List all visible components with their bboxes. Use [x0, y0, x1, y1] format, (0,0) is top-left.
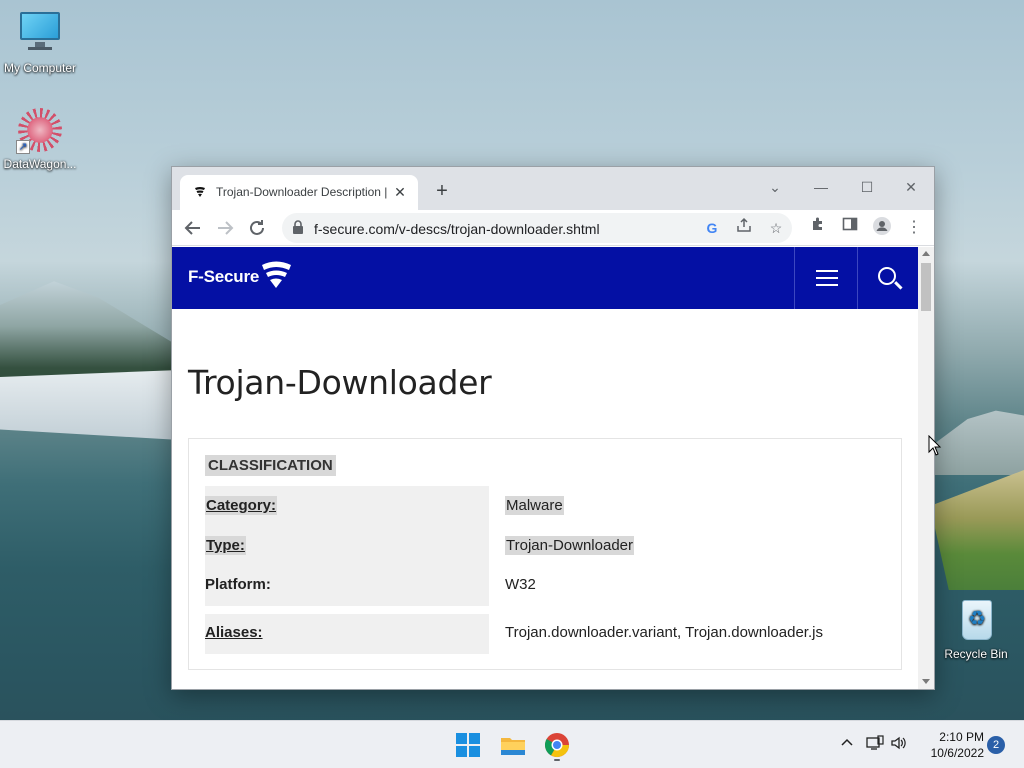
hamburger-icon: [816, 270, 838, 286]
aliases-label[interactable]: Aliases:: [205, 624, 263, 641]
tab-trojan-downloader[interactable]: Trojan-Downloader Description | ✕: [180, 175, 418, 210]
desktop-icon-label: DataWagon...: [3, 157, 77, 171]
classification-heading: CLASSIFICATION: [205, 455, 336, 476]
chevron-up-icon[interactable]: [840, 735, 854, 752]
type-label[interactable]: Type:: [205, 536, 246, 555]
category-value: Malware: [505, 496, 564, 515]
classification-card: CLASSIFICATION Category: Malware Type: T…: [188, 438, 902, 670]
scrollbar-thumb[interactable]: [921, 263, 931, 311]
platform-label: Platform:: [205, 576, 271, 593]
desktop-icon-label: Recycle Bin: [944, 647, 1008, 661]
category-label[interactable]: Category:: [205, 496, 278, 515]
tab-close-icon[interactable]: ✕: [392, 184, 408, 200]
recycle-bin-icon: ♻: [952, 596, 1000, 644]
minimize-button[interactable]: —: [798, 173, 844, 201]
platform-value: W32: [505, 576, 536, 593]
scroll-down-icon[interactable]: [922, 679, 930, 684]
search-icon: [878, 267, 896, 285]
profile-icon[interactable]: [870, 216, 894, 240]
desktop-icon-datawagon[interactable]: ↗ DataWagon...: [0, 106, 80, 171]
file-explorer-icon[interactable]: [497, 729, 529, 761]
tab-title: Trojan-Downloader Description |: [216, 185, 388, 199]
reload-button[interactable]: [245, 216, 269, 240]
mouse-cursor-icon: [928, 435, 942, 456]
desktop-icon-my-computer[interactable]: My Computer: [0, 10, 80, 75]
site-header: F-Secure: [172, 247, 918, 309]
aliases-value: Trojan.downloader.variant, Trojan.downlo…: [505, 624, 823, 641]
desktop-icon-label: My Computer: [3, 61, 77, 75]
wallpaper-snow-left: [0, 370, 180, 440]
back-button[interactable]: [181, 216, 205, 240]
scroll-up-icon[interactable]: [922, 251, 930, 256]
extensions-icon[interactable]: [806, 216, 830, 240]
page-scrollbar[interactable]: [918, 247, 934, 689]
volume-icon[interactable]: [890, 735, 908, 754]
chrome-icon[interactable]: [541, 729, 573, 761]
notification-badge[interactable]: 2: [987, 736, 1005, 754]
f-secure-logo-icon: [262, 261, 291, 288]
page-viewport: F-Secure Trojan-Downloader CLASSIFICATIO…: [172, 247, 918, 689]
browser-window: Trojan-Downloader Description | ✕ + ⌄ — …: [171, 166, 935, 690]
site-menu-button[interactable]: [794, 247, 857, 309]
clock-date: 10/6/2022: [930, 746, 984, 760]
browser-toolbar: f-secure.com/v-descs/trojan-downloader.s…: [172, 210, 934, 246]
share-icon[interactable]: [732, 216, 756, 240]
network-icon[interactable]: [866, 735, 884, 754]
wallpaper-grass-right: [930, 470, 1024, 590]
start-icon[interactable]: [452, 729, 484, 761]
tab-strip: Trojan-Downloader Description | ✕ + ⌄ — …: [172, 167, 934, 210]
clock[interactable]: 2:10 PM 10/6/2022: [918, 729, 984, 761]
menu-icon[interactable]: ⋮: [902, 216, 926, 240]
computer-icon: [16, 10, 64, 58]
side-panel-icon[interactable]: [838, 216, 862, 240]
bookmark-star-icon[interactable]: ☆: [764, 216, 788, 240]
close-window-button[interactable]: ✕: [888, 173, 934, 201]
address-bar[interactable]: f-secure.com/v-descs/trojan-downloader.s…: [282, 213, 792, 243]
type-value: Trojan-Downloader: [505, 536, 635, 555]
clock-time: 2:10 PM: [939, 730, 984, 744]
site-search-button[interactable]: [857, 247, 918, 309]
site-logo[interactable]: F-Secure: [188, 267, 259, 287]
lock-icon[interactable]: [292, 220, 306, 236]
wallpaper-mountain-right: [930, 410, 1024, 475]
url-text[interactable]: f-secure.com/v-descs/trojan-downloader.s…: [314, 221, 600, 237]
new-tab-button[interactable]: +: [430, 180, 454, 204]
desktop-icon-recycle-bin[interactable]: ♻ Recycle Bin: [936, 596, 1016, 661]
google-lens-icon[interactable]: G: [700, 216, 724, 240]
maximize-button[interactable]: ☐: [844, 173, 890, 201]
page-title: Trojan-Downloader: [188, 363, 492, 402]
tab-search-button[interactable]: ⌄: [752, 173, 798, 201]
forward-button[interactable]: [213, 216, 237, 240]
taskbar: 2:10 PM 10/6/2022 2: [0, 720, 1024, 768]
f-secure-favicon: [194, 186, 206, 198]
datawagon-icon: ↗: [16, 106, 64, 154]
